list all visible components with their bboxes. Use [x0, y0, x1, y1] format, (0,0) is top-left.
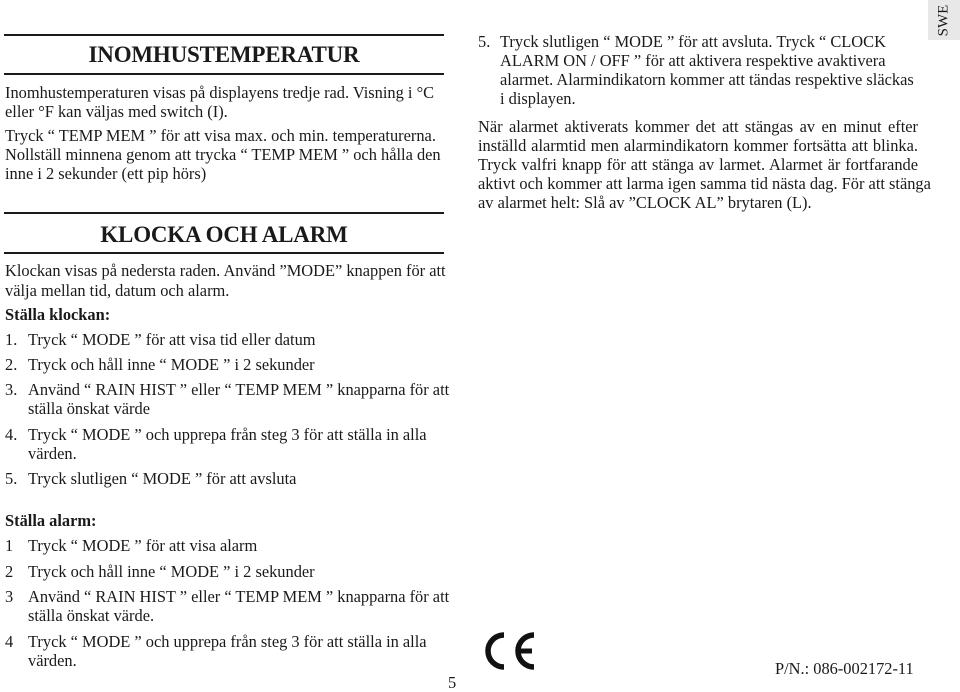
language-tab-label: SWE: [935, 4, 952, 36]
indoor-para1-line: Inomhustemperaturen visas på displayens …: [5, 83, 435, 102]
step-text: ställa önskat värde.: [28, 606, 155, 625]
step-text: i displayen.: [500, 89, 576, 108]
step-text: Tryck slutligen “ MODE ” för att avsluta…: [500, 32, 886, 51]
set-clock-title: Ställa klockan:: [5, 305, 111, 324]
step-number: 4.: [5, 425, 18, 444]
step-number: 5.: [478, 32, 491, 51]
step-number: 4: [5, 632, 14, 651]
step-text: Tryck “ MODE ” och upprepa från steg 3 f…: [28, 632, 427, 651]
step-text: Tryck “ MODE ” för att visa alarm: [28, 536, 258, 555]
step-text: ALARM ON / OFF ” för att aktivera respek…: [500, 51, 886, 70]
alarm-note-line: Tryck valfri knapp för att stänga av lar…: [478, 155, 918, 174]
step-text: Tryck och håll inne “ MODE ” i 2 sekunde…: [28, 355, 315, 374]
step-text: ställa önskat värde: [28, 399, 150, 418]
heading-rule-bottom: [4, 73, 444, 75]
language-tab-label-wrap: SWE: [929, 4, 959, 36]
indoor-para2-line: Tryck “ TEMP MEM ” för att visa max. och…: [5, 126, 436, 145]
section-heading-clock: KLOCKA OCH ALARM: [100, 222, 348, 247]
step-number: 2.: [5, 355, 18, 374]
step-text: Tryck slutligen “ MODE ” för att avsluta: [28, 469, 297, 488]
heading-rule-top: [4, 212, 444, 214]
alarm-note-line: aktivt och kommer att larma igen samma t…: [478, 174, 931, 193]
alarm-note-line: av alarmet helt: Slå av ”CLOCK AL” bryta…: [478, 193, 812, 212]
step-number: 1: [5, 536, 14, 555]
step-number: 2: [5, 562, 14, 581]
clock-intro-line: välja mellan tid, datum och alarm.: [5, 281, 230, 300]
indoor-para1-line: eller °F kan väljas med switch (I).: [5, 102, 228, 121]
step-text: Använd “ RAIN HIST ” eller “ TEMP MEM ” …: [28, 380, 450, 399]
section-heading-indoor: INOMHUSTEMPERATUR: [88, 42, 360, 67]
step-text: värden.: [28, 651, 77, 670]
step-number: 3: [5, 587, 14, 606]
page-number: 5: [448, 673, 457, 692]
step-text: Tryck och håll inne “ MODE ” i 2 sekunde…: [28, 562, 315, 581]
step-number: 3.: [5, 380, 18, 399]
step-number: 5.: [5, 469, 18, 488]
step-text: värden.: [28, 444, 77, 463]
ce-mark-icon: [485, 632, 535, 670]
step-text: alarmet. Alarmindikatorn kommer att tänd…: [500, 70, 914, 89]
set-alarm-title: Ställa alarm:: [5, 511, 97, 530]
heading-rule-bottom: [4, 252, 444, 254]
step-number: 1.: [5, 330, 18, 349]
alarm-note-line: När alarmet aktiverats kommer det att st…: [478, 117, 918, 136]
indoor-para2-line: inne i 2 sekunder (ett pip hörs): [5, 164, 207, 183]
alarm-note-line: inställd alarmtid men alarmindikatorn ko…: [478, 136, 918, 155]
step-text: Använd “ RAIN HIST ” eller “ TEMP MEM ” …: [28, 587, 450, 606]
clock-intro-line: Klockan visas på nedersta raden. Använd …: [5, 261, 446, 280]
step-text: Tryck “ MODE ” och upprepa från steg 3 f…: [28, 425, 427, 444]
indoor-para2-line: Nollställ minnena genom att trycka “ TEM…: [5, 145, 441, 164]
heading-rule-top: [4, 34, 444, 36]
part-number: P/N.: 086-002172-11: [775, 659, 914, 678]
step-text: Tryck “ MODE ” för att visa tid eller da…: [28, 330, 316, 349]
